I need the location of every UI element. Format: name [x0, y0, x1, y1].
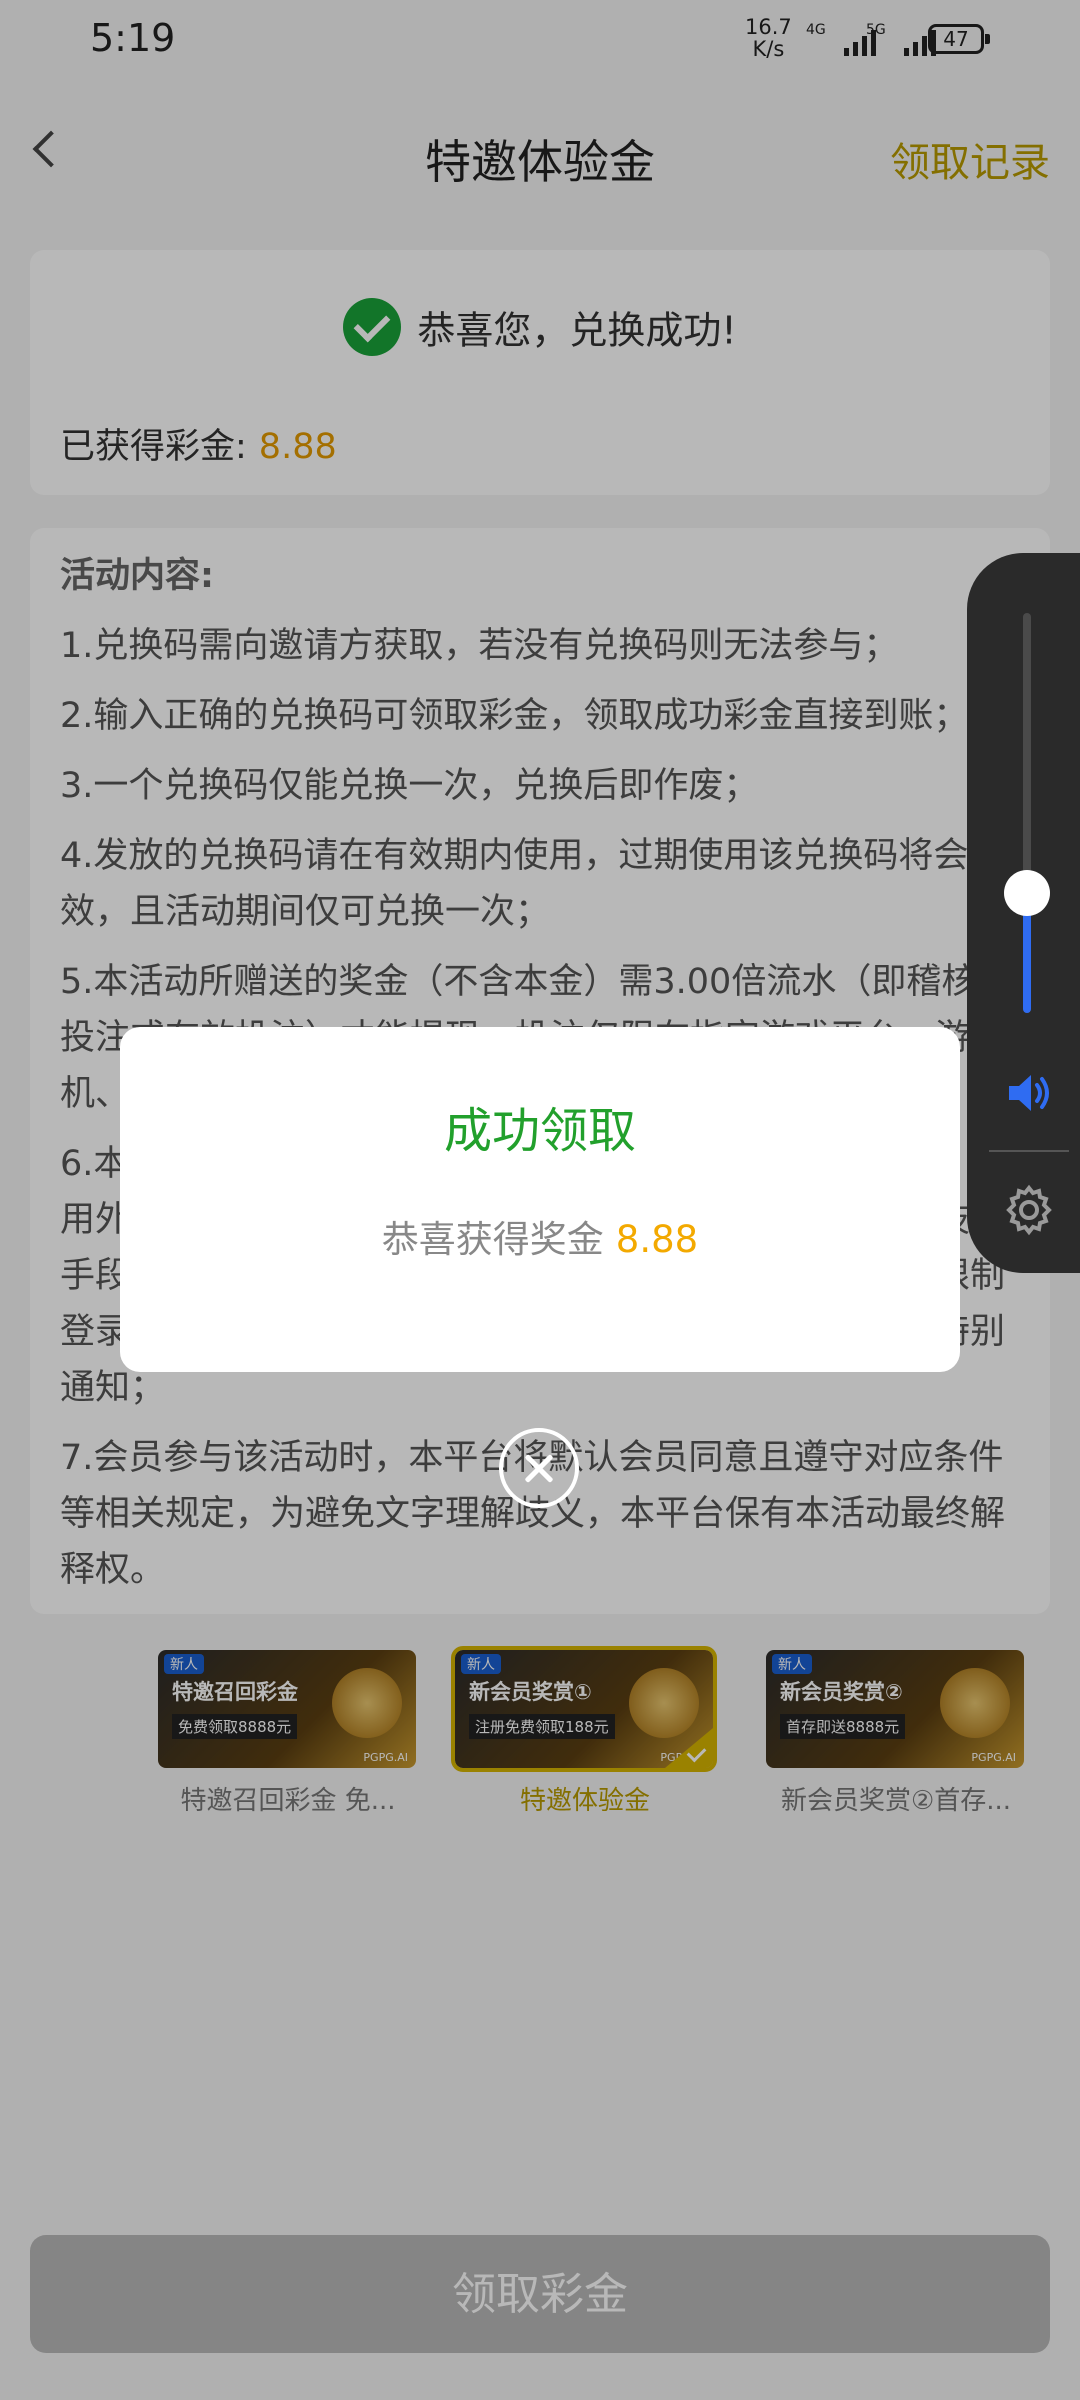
dialog-message: 恭喜获得奖金 8.88	[120, 1209, 960, 1263]
dialog-message-text: 恭喜获得奖金	[381, 1218, 604, 1261]
close-dialog-button[interactable]	[499, 1428, 579, 1508]
claim-success-dialog: 成功领取 恭喜获得奖金 8.88	[120, 1027, 960, 1372]
volume-panel-divider	[989, 1150, 1069, 1152]
volume-panel	[967, 553, 1080, 1273]
gear-icon[interactable]	[1002, 1183, 1056, 1237]
volume-slider-handle[interactable]	[1004, 870, 1050, 916]
dialog-bonus-amount: 8.88	[615, 1218, 699, 1261]
dialog-title: 成功领取	[443, 1103, 636, 1159]
volume-slider[interactable]	[1023, 613, 1031, 1013]
speaker-icon[interactable]	[1003, 1068, 1053, 1118]
